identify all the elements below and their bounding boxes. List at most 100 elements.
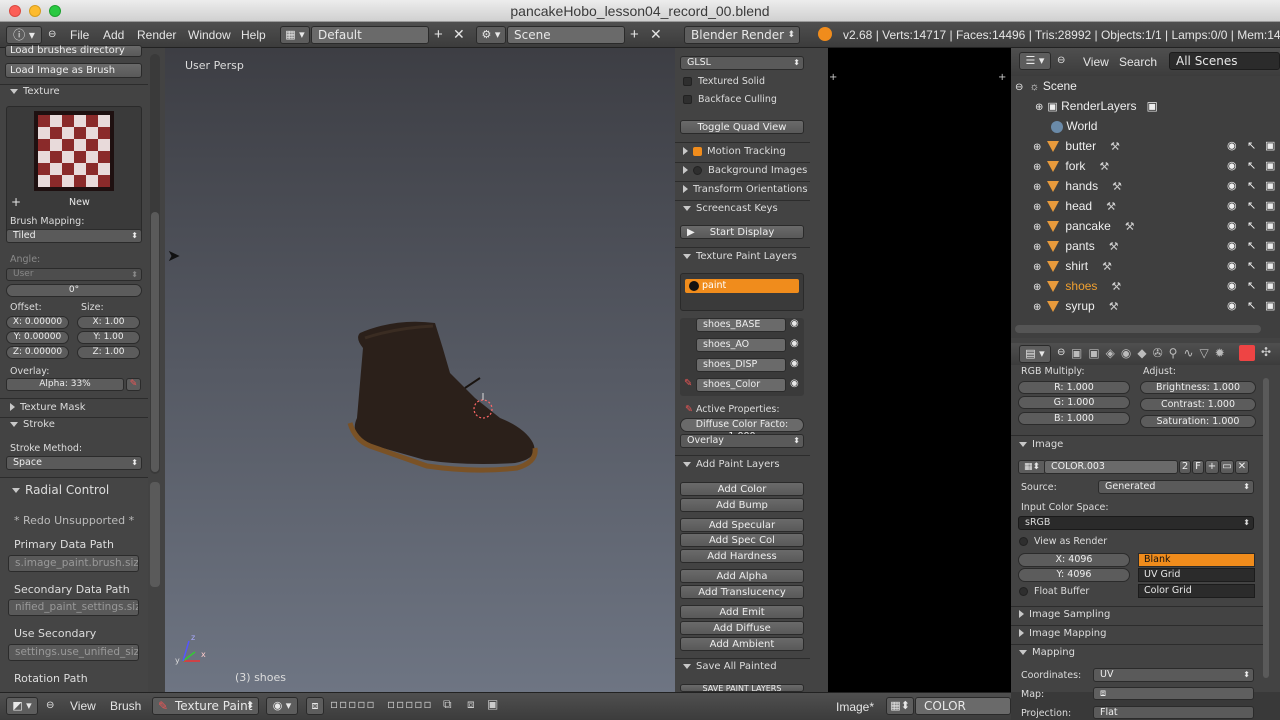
outliner-object-row[interactable]: ⊕ hands ⚒ ◉ ↖ ▣ [1011,176,1280,196]
outliner-object-row[interactable]: ⊕ fork ⚒ ◉ ↖ ▣ [1011,156,1280,176]
texture-mask-header[interactable]: Texture Mask [10,402,86,413]
texture-context-tab-icon[interactable] [1239,345,1255,361]
size-z-field[interactable]: Z: 1.00 [77,346,140,359]
render-animation-icon[interactable]: ▣ [487,697,503,715]
outliner-world-row[interactable]: World [1011,116,1280,136]
viewport-menu-view[interactable]: View [70,699,96,713]
collapse-menu-icon[interactable]: ⊖ [46,700,54,711]
image-name-field[interactable]: COLOR [915,697,1011,715]
diffuse-factor-slider[interactable]: Diffuse Color Facto: 1.000 [680,418,804,442]
eye-icon[interactable]: ◉ [790,338,799,349]
expand-icon[interactable]: ⊕ [1033,282,1041,293]
camera-render-icon[interactable]: ▣ [1265,216,1275,236]
stroke-header[interactable]: Stroke [10,419,55,430]
display-mode-dropdown[interactable]: All Scenes [1169,52,1280,70]
camera-render-icon[interactable]: ▣ [1265,156,1275,176]
cursor-select-icon[interactable]: ↖ [1247,256,1256,276]
cursor-select-icon[interactable]: ↖ [1247,276,1256,296]
outliner-hscrollbar[interactable] [1015,325,1261,333]
toolshelf-scrollbar[interactable] [150,54,160,474]
load-brushes-button[interactable]: Load brushes directory [5,45,142,57]
offset-y-field[interactable]: Y: 0.00000 [6,331,69,344]
expand-icon[interactable]: ⊕ [1033,142,1041,153]
add-bump-button[interactable]: Add Bump [680,498,804,512]
textured-solid-option[interactable]: Textured Solid [683,76,765,87]
plus-icon[interactable]: + [829,72,837,83]
image-panel-header[interactable]: Image [1019,439,1063,450]
camera-render-icon[interactable]: ▣ [1265,196,1275,216]
modifier-wrench-icon[interactable]: ⚒ [1112,181,1122,193]
eye-icon[interactable]: ◉ [1227,176,1237,196]
paint-slot-item[interactable]: paint [685,279,799,293]
saturation-field[interactable]: Saturation: 1.000 [1140,415,1256,428]
shading-dropdown[interactable]: GLSL ⬍ [680,56,804,70]
image-name-field[interactable]: COLOR.003 [1044,460,1178,474]
expand-icon[interactable]: ⊕ [1033,262,1041,273]
plus-icon[interactable]: + [998,72,1006,83]
eye-icon[interactable]: ◉ [790,358,799,369]
outliner-editor-type-icon[interactable]: ☰ ▾ [1019,52,1051,70]
collapse-menu-icon[interactable]: ⊖ [48,29,56,40]
checkbox-icon[interactable] [1019,537,1028,546]
new-texture-button[interactable]: New [69,197,90,208]
mapping-header[interactable]: Mapping [1019,647,1075,658]
uv-map-field[interactable]: ⧈ [1093,687,1254,700]
color-space-dropdown[interactable]: sRGB ⬍ [1018,516,1254,530]
menu-help[interactable]: Help [241,28,266,42]
object-name[interactable]: fork [1065,159,1085,173]
object-name[interactable]: butter [1065,139,1096,153]
outliner-object-row[interactable]: ⊕ shoes ⚒ ◉ ↖ ▣ [1011,276,1280,296]
float-buffer-option[interactable]: Float Buffer [1019,586,1089,597]
view-as-render-option[interactable]: View as Render [1019,536,1107,547]
add-color-button[interactable]: Add Color [680,482,804,496]
menu-file[interactable]: File [70,28,89,42]
viewport-menu-brush[interactable]: Brush [110,699,141,713]
transform-orientations-header[interactable]: Transform Orientations [683,184,808,195]
layer-buttons-right[interactable]: ▫▫▫▫▫ [387,697,437,715]
camera-render-icon[interactable]: ▣ [1265,296,1275,316]
viewport-editor-type-icon[interactable]: ◩ ▾ [6,697,38,715]
eye-icon[interactable]: ◉ [1227,276,1237,296]
property-context-tabs[interactable]: ▣▣◈◉◆✇⚲∿▽✹ [1071,346,1231,360]
lock-camera-icon[interactable]: ⧉ [443,697,459,715]
checkbox-icon[interactable] [683,77,692,86]
size-x-field[interactable]: X: 1.00 [77,316,140,329]
offset-z-field[interactable]: Z: 0.00000 [6,346,69,359]
toolshelf-scroll-thumb[interactable] [151,212,159,472]
outliner-menu-search[interactable]: Search [1119,55,1157,69]
add-specular-button[interactable]: Add Specular [680,518,804,532]
modifier-wrench-icon[interactable]: ⚒ [1109,241,1119,253]
camera-render-icon[interactable]: ▣ [1265,176,1275,196]
menu-render[interactable]: Render [137,28,176,42]
object-name[interactable]: hands [1065,179,1098,193]
start-display-button[interactable]: ▶ Start Display [680,225,804,239]
outliner-object-row[interactable]: ⊕ pancake ⚒ ◉ ↖ ▣ [1011,216,1280,236]
stroke-method-dropdown[interactable]: Space ⬍ [6,456,142,470]
zoom-window-button[interactable] [49,5,61,17]
save-paint-layers-button[interactable]: SAVE PAINT LAYERS [680,684,804,692]
collapse-menu-icon[interactable]: ⊖ [1057,347,1065,358]
properties-scrollbar[interactable] [1263,378,1269,678]
image-browse-icon[interactable]: ▦⬍ [1018,460,1046,474]
image-menu[interactable]: Image* [836,700,874,714]
outliner-object-row[interactable]: ⊕ pants ⚒ ◉ ↖ ▣ [1011,236,1280,256]
modifier-wrench-icon[interactable]: ⚒ [1102,261,1112,273]
checkbox-icon[interactable] [693,165,702,175]
checkbox-icon[interactable] [683,95,692,104]
source-dropdown[interactable]: Generated ⬍ [1098,480,1254,494]
object-name[interactable]: pancake [1065,219,1110,233]
expand-icon[interactable]: ⊕ [1033,222,1041,233]
menu-window[interactable]: Window [188,28,231,42]
image-y-size-field[interactable]: Y: 4096 [1018,568,1130,582]
contrast-field[interactable]: Contrast: 1.000 [1140,398,1256,411]
fake-user-button[interactable]: F [1192,460,1204,474]
object-name[interactable]: shirt [1065,259,1088,273]
add-scene-icon[interactable]: + [630,26,639,43]
outliner-object-row[interactable]: ⊕ syrup ⚒ ◉ ↖ ▣ [1011,296,1280,316]
outliner-object-row[interactable]: ⊕ shirt ⚒ ◉ ↖ ▣ [1011,256,1280,276]
object-name[interactable]: pants [1065,239,1094,253]
background-images-header[interactable]: Background Images [683,165,807,176]
toggle-quad-view-button[interactable]: Toggle Quad View [680,120,804,134]
texture-panel-header[interactable]: Texture [10,86,60,97]
brightness-field[interactable]: Brightness: 1.000 [1140,381,1256,394]
